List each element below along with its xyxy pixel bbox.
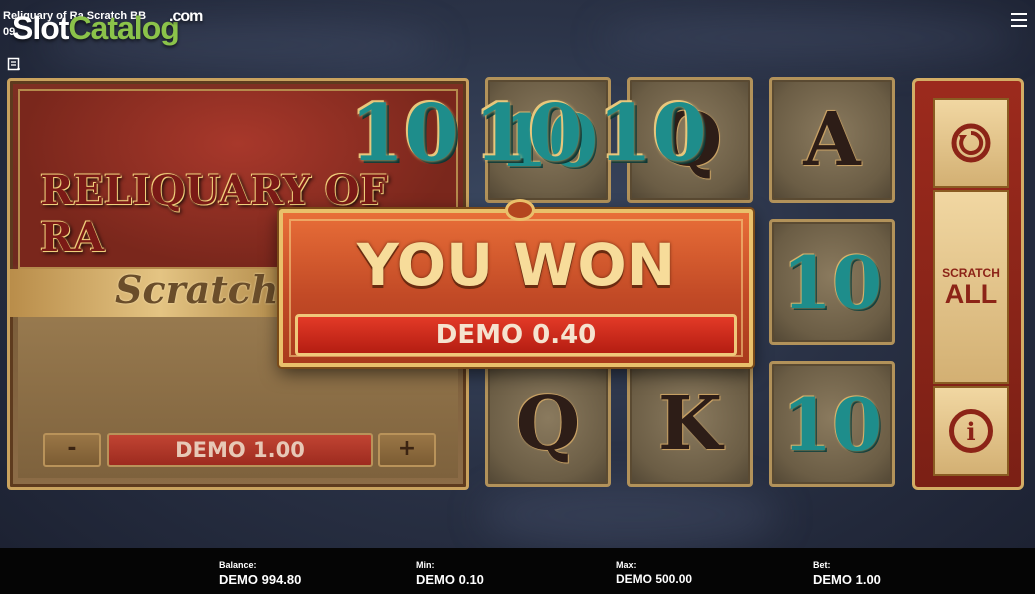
history-icon[interactable] xyxy=(7,57,21,71)
win-amount: DEMO 0.40 xyxy=(295,314,737,356)
watermark-catalog-text: Catalog xyxy=(68,10,179,46)
balance-info: Balance: DEMO 994.80 xyxy=(219,560,301,587)
max-info: Max: DEMO 500.00 xyxy=(616,560,692,586)
scratch-tile[interactable]: 10 xyxy=(769,219,895,345)
watermark-com-text: .com xyxy=(169,8,203,25)
win-title: YOU WON xyxy=(356,231,676,299)
control-panel: SCRATCH ALL i xyxy=(912,78,1024,490)
winning-symbol: 10 xyxy=(598,88,707,179)
bet-value: DEMO 1.00 xyxy=(813,572,881,587)
top-bar: Reliquary of Ra Scratch BB 09 SlotCatalo… xyxy=(0,0,1035,50)
bet-increase-button[interactable]: + xyxy=(378,433,436,467)
scratch-all-label-top: SCRATCH xyxy=(942,266,1000,280)
scratch-subtitle: Scratch xyxy=(115,267,279,312)
scratch-tile[interactable]: 10 xyxy=(769,361,895,487)
replay-button[interactable] xyxy=(933,98,1009,188)
scratch-tile[interactable]: A xyxy=(769,77,895,203)
menu-icon[interactable] xyxy=(1011,13,1027,27)
tile-symbol: 10 xyxy=(781,239,883,325)
min-value: DEMO 0.10 xyxy=(416,572,484,587)
min-label: Min: xyxy=(416,560,435,570)
balance-label: Balance: xyxy=(219,560,257,570)
bet-info: Bet: DEMO 1.00 xyxy=(813,560,881,587)
win-banner: YOU WON DEMO 0.40 xyxy=(279,199,753,367)
bet-value-display: DEMO 1.00 xyxy=(107,433,373,467)
scratch-all-button[interactable]: SCRATCH ALL xyxy=(933,190,1009,384)
info-button[interactable]: i xyxy=(933,386,1009,476)
tile-symbol: Q xyxy=(515,381,581,467)
refresh-icon xyxy=(951,123,991,163)
slotcatalog-watermark-logo: SlotCatalog .com xyxy=(12,8,203,47)
banner-ornament-icon xyxy=(505,199,535,221)
min-info: Min: DEMO 0.10 xyxy=(416,560,484,587)
max-label: Max: xyxy=(616,560,637,570)
balance-value: DEMO 994.80 xyxy=(219,572,302,587)
winning-symbol: 10 xyxy=(350,88,459,179)
info-bar: Balance: DEMO 994.80 Min: DEMO 0.10 Max:… xyxy=(0,548,1035,594)
tile-symbol: 10 xyxy=(781,381,883,467)
bet-label: Bet: xyxy=(813,560,831,570)
max-value: DEMO 500.00 xyxy=(616,572,693,586)
winning-symbol: 10 xyxy=(474,88,583,179)
tile-symbol: K xyxy=(657,381,723,467)
tile-symbol: A xyxy=(803,97,861,183)
scratch-all-label-bottom: ALL xyxy=(944,279,998,309)
scratch-tile[interactable]: K xyxy=(627,361,753,487)
background-cloud xyxy=(480,480,780,550)
info-icon: i xyxy=(949,409,993,453)
bet-decrease-button[interactable]: - xyxy=(43,433,101,467)
watermark-slot-text: Slot xyxy=(12,10,69,46)
scratch-tile[interactable]: Q xyxy=(485,361,611,487)
